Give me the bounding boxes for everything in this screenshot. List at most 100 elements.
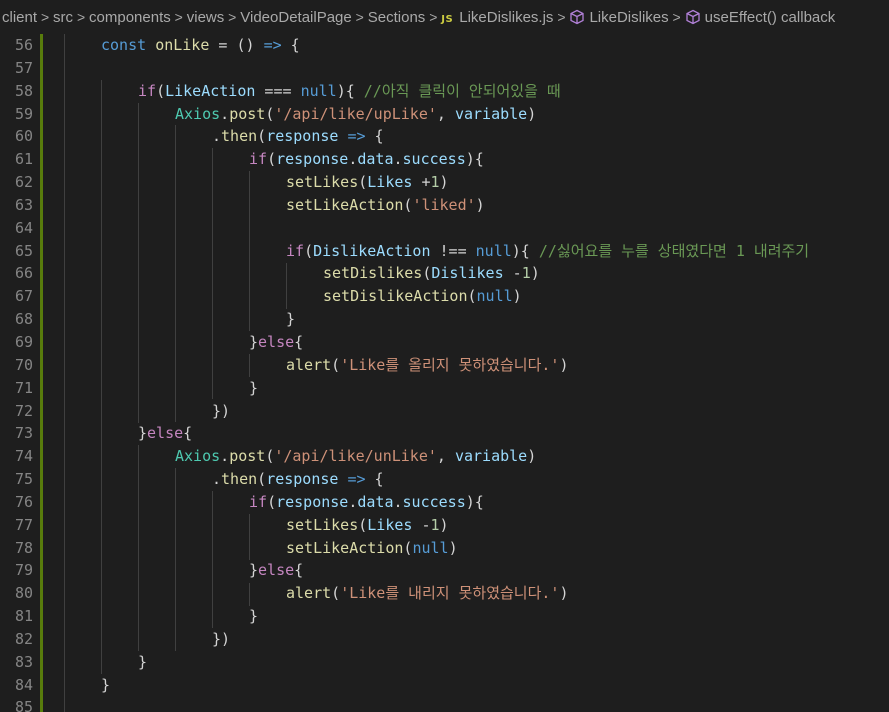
code-line[interactable]: 84} <box>0 674 889 697</box>
code-line[interactable]: 58 if(LikeAction === null){ //아직 클릭이 안되어있… <box>0 80 889 103</box>
code-token: post <box>229 104 266 123</box>
code-line[interactable]: 82}) <box>0 628 889 651</box>
breadcrumb-item-src[interactable]: src <box>51 9 75 26</box>
code-line[interactable]: 59 Axios.post('/api/like/upLike', variabl… <box>0 103 889 126</box>
line-number: 80 <box>14 584 33 603</box>
code-line[interactable]: 81} <box>0 605 889 628</box>
breadcrumb: client > src > components > views > Vide… <box>0 0 889 34</box>
code-line[interactable]: 73}else{ <box>0 422 889 445</box>
code-token: if <box>249 150 268 169</box>
code-line[interactable]: 66 setDislikes(Dislikes -1) <box>0 262 889 285</box>
code-token: null <box>475 241 512 260</box>
breadcrumb-item-components[interactable]: components <box>87 9 173 26</box>
code-text: setLikeAction('liked') <box>286 194 485 217</box>
breadcrumb-callback-label: useEffect() callback <box>704 8 836 26</box>
line-number: 59 <box>14 104 33 123</box>
chevron-right-icon: > <box>174 9 183 25</box>
code-line[interactable]: 74 Axios.post('/api/like/unLike', variabl… <box>0 445 889 468</box>
code-line[interactable]: 67 setDislikeAction(null) <box>0 285 889 308</box>
code-text: } <box>249 605 258 628</box>
line-number: 73 <box>14 424 33 443</box>
code-token: ) <box>527 447 537 466</box>
chevron-right-icon: > <box>672 9 681 25</box>
code-text: } <box>101 674 110 697</box>
code-line[interactable]: 80 alert('Like를 내리지 못하였습니다.') <box>0 582 889 605</box>
code-text: alert('Like를 내리지 못하였습니다.') <box>286 582 569 605</box>
code-token: 'liked' <box>412 195 476 214</box>
chevron-right-icon: > <box>355 9 364 25</box>
code-token: } <box>249 332 259 351</box>
code-token: Axios <box>175 104 221 123</box>
breadcrumb-item-sections[interactable]: Sections <box>366 9 428 26</box>
code-token: => <box>347 470 366 489</box>
code-line[interactable]: 85 <box>0 696 889 712</box>
code-text: if(response.data.success){ <box>249 491 484 514</box>
code-line[interactable]: 63 setLikeAction('liked') <box>0 194 889 217</box>
code-token: 1 <box>430 515 440 534</box>
code-token: ( <box>358 515 368 534</box>
code-token: . <box>393 150 403 169</box>
line-number: 67 <box>14 287 33 306</box>
breadcrumb-item-component[interactable]: LikeDislikes <box>567 9 670 26</box>
code-editor[interactable]: client > src > components > views > Vide… <box>0 0 889 712</box>
line-number: 79 <box>14 561 33 580</box>
code-line[interactable]: 60 .then(response => { <box>0 125 889 148</box>
code-token: = () <box>209 36 264 54</box>
code-line[interactable]: 76 if(response.data.success){ <box>0 491 889 514</box>
code-line[interactable]: 57 <box>0 57 889 80</box>
code-line[interactable]: 65 if(DislikeAction !== null){ //싫어요를 누를 … <box>0 240 889 263</box>
code-token: alert <box>286 355 332 374</box>
code-token: alert <box>286 584 332 603</box>
code-token: ) <box>448 538 458 557</box>
code-line[interactable]: 83} <box>0 651 889 674</box>
code-text: } <box>138 651 147 674</box>
code-token: success <box>402 150 466 169</box>
breadcrumb-item-file[interactable]: JS LikeDislikes.js <box>439 9 555 26</box>
javascript-file-icon: JS <box>441 13 454 25</box>
line-number: 64 <box>14 218 33 237</box>
code-token: setLikes <box>286 515 359 534</box>
code-line[interactable]: 62 setLikes(Likes +1) <box>0 171 889 194</box>
code-text: alert('Like를 올리지 못하였습니다.') <box>286 354 569 377</box>
code-line[interactable]: 77 setLikes(Likes -1) <box>0 514 889 537</box>
line-number: 85 <box>14 698 33 712</box>
code-token: ) <box>559 355 569 374</box>
breadcrumb-item-client[interactable]: client <box>0 9 39 26</box>
code-token: data <box>357 492 394 511</box>
breadcrumb-item-videodetailpage[interactable]: VideoDetailPage <box>238 9 353 26</box>
code-line[interactable]: 72}) <box>0 400 889 423</box>
line-number: 61 <box>14 150 33 169</box>
code-line[interactable]: 75 .then(response => { <box>0 468 889 491</box>
code-token: setDislikeAction <box>323 287 468 306</box>
code-line[interactable]: 56 const onLike = () => { <box>0 34 889 57</box>
code-line[interactable]: 78 setLikeAction(null) <box>0 537 889 560</box>
code-token: { <box>365 470 384 489</box>
code-token: Dislikes <box>431 264 504 283</box>
code-token: onLike <box>155 36 210 54</box>
code-token: ) <box>439 515 449 534</box>
code-token: setLikeAction <box>286 195 404 214</box>
line-number: 72 <box>14 401 33 420</box>
code-token: setLikeAction <box>286 538 404 557</box>
code-line[interactable]: 79}else{ <box>0 559 889 582</box>
code-token: 1 <box>521 264 531 283</box>
breadcrumb-item-callback[interactable]: useEffect() callback <box>683 9 838 26</box>
code-line[interactable]: 70 alert('Like를 올리지 못하였습니다.') <box>0 354 889 377</box>
code-token: DislikeAction <box>313 241 431 260</box>
code-line[interactable]: 61 if(response.data.success){ <box>0 148 889 171</box>
code-token: { <box>365 127 384 146</box>
chevron-right-icon: > <box>228 9 237 25</box>
code-token: ( <box>257 127 267 146</box>
code-line[interactable]: 69}else{ <box>0 331 889 354</box>
code-text: if(LikeAction === null){ //아직 클릭이 안되어있을 … <box>138 80 561 103</box>
line-number: 66 <box>14 264 33 283</box>
breadcrumb-item-views[interactable]: views <box>185 9 227 26</box>
code-token: const <box>101 36 156 54</box>
code-line[interactable]: 71} <box>0 377 889 400</box>
code-line[interactable]: 68} <box>0 308 889 331</box>
code-token: data <box>357 150 394 169</box>
line-number: 69 <box>14 332 33 351</box>
code-area[interactable]: 56 const onLike = () => {57 58 if(LikeActio… <box>0 34 889 712</box>
code-token: } <box>286 310 296 329</box>
code-line[interactable]: 64 <box>0 217 889 240</box>
